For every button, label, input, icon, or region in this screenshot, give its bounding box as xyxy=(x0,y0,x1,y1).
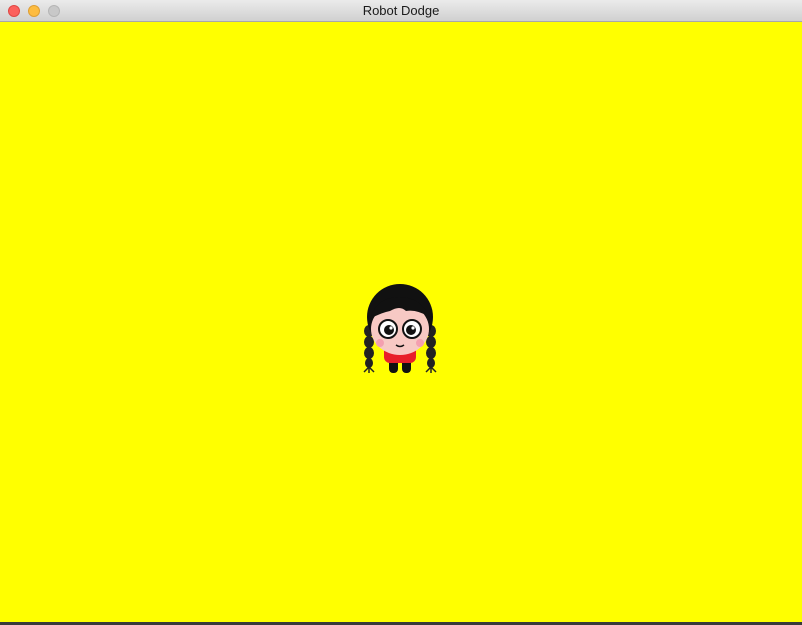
window-title: Robot Dodge xyxy=(362,3,440,18)
title-bar[interactable]: Robot Dodge xyxy=(0,0,802,22)
game-canvas[interactable] xyxy=(0,22,802,622)
girl-character-icon xyxy=(363,284,437,373)
game-window: Robot Dodge xyxy=(0,0,802,625)
